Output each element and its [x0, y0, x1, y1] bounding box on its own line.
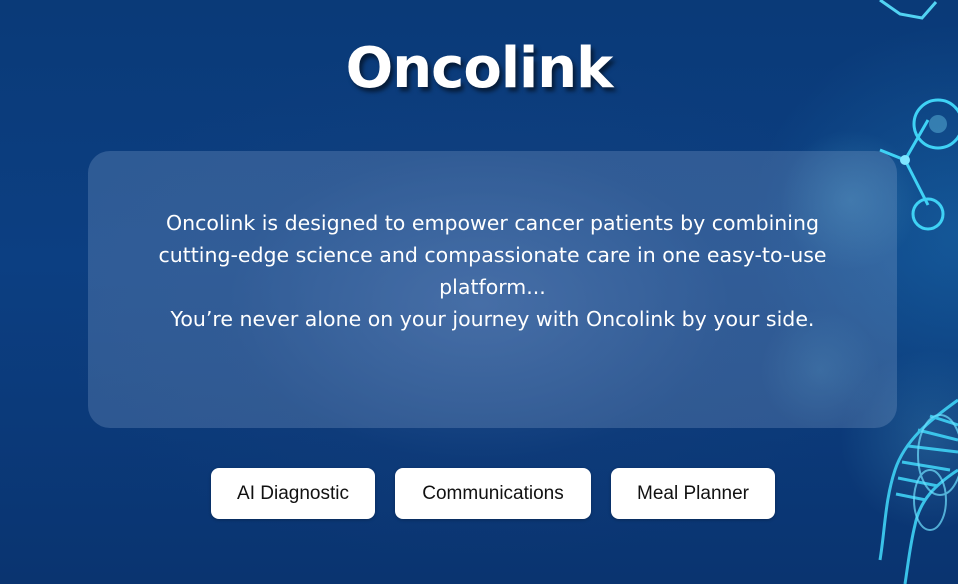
intro-card: Oncolink is designed to empower cancer p…	[88, 151, 897, 428]
page-title: Oncolink	[345, 36, 614, 101]
intro-line: You’re never alone on your journey with …	[170, 307, 815, 331]
intro-text: Oncolink is designed to empower cancer p…	[128, 207, 857, 335]
intro-line: platform...	[439, 275, 546, 299]
communications-button[interactable]: Communications	[395, 468, 591, 519]
ai-diagnostic-button[interactable]: AI Diagnostic	[211, 468, 375, 519]
intro-line: Oncolink is designed to empower cancer p…	[166, 211, 819, 235]
feature-buttons: AI Diagnostic Communications Meal Planne…	[0, 468, 958, 519]
intro-line: cutting-edge science and compassionate c…	[158, 243, 827, 267]
meal-planner-button[interactable]: Meal Planner	[611, 468, 775, 519]
